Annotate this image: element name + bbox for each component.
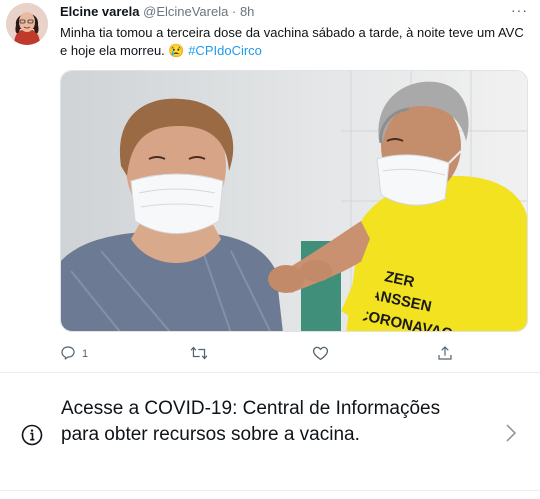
author-name[interactable]: Elcine varela	[60, 4, 140, 19]
retweet-icon	[190, 345, 208, 364]
reply-count: 1	[82, 348, 89, 360]
reply-icon	[60, 345, 76, 364]
tweet-header: Elcine varela @ElcineVarela · 8h	[60, 4, 254, 20]
share-icon	[437, 345, 453, 364]
tweet[interactable]: Elcine varela @ElcineVarela · 8h ··· Min…	[0, 0, 540, 372]
tweet-body: Minha tia tomou a terceira dose da vachi…	[60, 25, 524, 58]
like-button[interactable]	[312, 342, 335, 366]
tweet-actions: 1	[60, 342, 528, 366]
divider-top	[0, 372, 540, 373]
covid-info-notice[interactable]: Acesse a COVID-19: Central de Informaçõe…	[0, 378, 540, 488]
more-icon[interactable]: ···	[511, 2, 528, 18]
share-button[interactable]	[437, 342, 453, 366]
divider-bottom	[0, 490, 540, 491]
retweet-button[interactable]	[190, 342, 214, 366]
tweet-photo[interactable]: PFIZER JANSSEN CORONAVAC	[60, 70, 528, 332]
notice-text: Acesse a COVID-19: Central de Informaçõe…	[61, 398, 441, 445]
like-icon	[312, 345, 329, 364]
reply-button[interactable]: 1	[60, 342, 88, 366]
tweet-text: Minha tia tomou a terceira dose da vachi…	[60, 24, 530, 60]
author-handle[interactable]: @ElcineVarela	[143, 4, 228, 19]
info-icon	[21, 424, 43, 446]
avatar[interactable]	[6, 3, 48, 45]
separator: ·	[231, 4, 237, 19]
hashtag-link[interactable]: #CPIdoCirco	[188, 43, 262, 58]
chevron-right-icon	[504, 422, 518, 444]
timestamp[interactable]: 8h	[240, 4, 254, 19]
